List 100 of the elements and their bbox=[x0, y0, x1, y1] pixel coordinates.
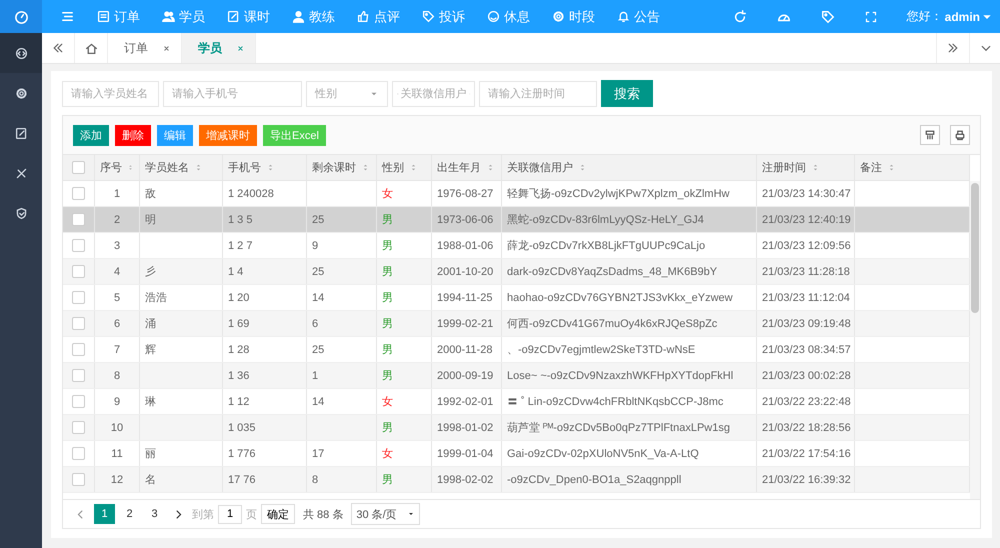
column-header[interactable]: 性别 bbox=[382, 160, 404, 175]
row-checkbox[interactable] bbox=[72, 239, 85, 252]
table-cell: 21/03/23 11:12:04 bbox=[762, 292, 850, 304]
table-cell-text: 敌 bbox=[145, 187, 156, 201]
table-cell: 1 20 bbox=[228, 292, 250, 304]
column-header[interactable]: 剩余课时 bbox=[312, 160, 356, 175]
row-checkbox[interactable] bbox=[72, 317, 85, 330]
nav-link[interactable]: 公告 bbox=[617, 8, 660, 26]
sort-icon bbox=[486, 163, 495, 172]
row-checkbox[interactable] bbox=[72, 369, 85, 382]
table-cell: 21/03/22 23:22:48 bbox=[762, 396, 851, 408]
table-cell: 21/03/23 08:34:57 bbox=[762, 344, 851, 356]
double-left-icon bbox=[52, 42, 64, 54]
row-checkbox[interactable] bbox=[72, 291, 85, 304]
table-cell: 2000-09-19 bbox=[437, 370, 494, 382]
page-button[interactable]: 1 bbox=[94, 504, 115, 524]
table-cell: 14 bbox=[312, 292, 324, 304]
nav-link[interactable]: 休息 bbox=[487, 8, 530, 26]
table-row[interactable]: 4 彡 1 4 25 男 2001-10-20 dark-o9zCDv8YaqZsDadms_48_MK6B9bY 21/03/23 11:28:18 bbox=[63, 259, 970, 285]
page-button[interactable]: 3 bbox=[144, 504, 165, 524]
total-count: 共 88 条 bbox=[303, 508, 344, 522]
scrollbar-thumb[interactable] bbox=[971, 183, 979, 313]
table-cell-text: 葫芦堂 ᴾᴹ-o9zCDv5Bo0qPz7TPlFtnaxLPw1sg bbox=[507, 420, 730, 435]
nav-link[interactable]: 点评 bbox=[357, 8, 400, 26]
table-cell: 5 bbox=[114, 292, 120, 304]
select-all-checkbox[interactable] bbox=[72, 161, 85, 174]
bell-icon bbox=[617, 10, 630, 23]
code-icon bbox=[14, 46, 28, 60]
table-cell: 1 3 5 bbox=[228, 214, 252, 226]
table-cell: 17 bbox=[312, 448, 324, 460]
row-checkbox[interactable] bbox=[72, 421, 85, 434]
tab[interactable]: 学员 bbox=[182, 33, 256, 63]
thumbs-up-icon bbox=[357, 10, 370, 23]
table-cell: Lose~ ~-o9zCDv9NzaxzhWKFHpXYTdopFkHl bbox=[507, 370, 734, 382]
table-cell: 1994-11-25 bbox=[437, 292, 492, 304]
table-cell: -o9zCDv_Dpen0-BO1a_S2aqgnppll bbox=[507, 474, 682, 486]
user-name[interactable]: admin bbox=[944, 10, 980, 24]
print-button[interactable] bbox=[950, 125, 970, 145]
column-header[interactable]: 注册时间 bbox=[762, 160, 806, 175]
page-input[interactable]: 1 bbox=[218, 504, 242, 524]
toolbar-button[interactable]: 添加 bbox=[73, 124, 109, 146]
table-cell-text: 男 bbox=[382, 213, 393, 227]
input-field[interactable]: 请输入学员姓名 bbox=[62, 80, 159, 106]
column-header[interactable]: 学员姓名 bbox=[145, 160, 189, 175]
row-checkbox[interactable] bbox=[72, 473, 85, 486]
table-cell-text: 、-o9zCDv7egjmtlew2SkeT3TD-wNsE bbox=[507, 343, 696, 357]
input-field[interactable]: 请输入注册时间 bbox=[479, 80, 597, 106]
sort-icon bbox=[409, 163, 418, 172]
table-cell: 3 bbox=[114, 240, 120, 252]
table-cell: 1999-01-04 bbox=[437, 448, 494, 460]
row-checkbox[interactable] bbox=[72, 213, 85, 226]
toolbar-button[interactable]: 删除 bbox=[115, 124, 151, 146]
tag-icon bbox=[422, 10, 435, 23]
row-checkbox[interactable] bbox=[72, 187, 85, 200]
row-checkbox[interactable] bbox=[72, 395, 85, 408]
column-header[interactable]: 手机号 bbox=[228, 160, 261, 175]
sort-icon bbox=[887, 163, 896, 172]
greeting: 您好： bbox=[906, 8, 943, 25]
table-cell-text: 名 bbox=[145, 473, 156, 487]
column-header[interactable]: 关联微信用户 bbox=[507, 160, 573, 175]
table-row[interactable]: 8 1 36 1 男 2000-09-19 Lose~ ~-o9zCDv9NzaxzhWKFHpXYTdopFkHl 21/03/23 00:02:28 bbox=[63, 363, 970, 389]
nav-link[interactable]: 学员 bbox=[162, 8, 205, 26]
document-icon bbox=[97, 10, 110, 23]
search-button[interactable]: 搜索 bbox=[601, 80, 653, 107]
table-cell-text: 男 bbox=[382, 421, 393, 435]
sort-icon bbox=[361, 163, 370, 172]
nav-link[interactable]: 投诉 bbox=[422, 8, 465, 26]
toolbar-button[interactable]: 编辑 bbox=[157, 124, 193, 146]
nav-link[interactable]: 订单 bbox=[97, 8, 140, 26]
column-header[interactable]: 备注 bbox=[860, 160, 882, 175]
page-size-select[interactable]: 30 条/页 bbox=[351, 503, 420, 525]
nav-link[interactable]: 教练 bbox=[292, 8, 335, 26]
table-cell: 6 bbox=[312, 318, 318, 330]
table-row[interactable]: 10 1 035 男 1998-01-02 葫芦堂 ᴾᴹ-o9zCDv5Bo0qPz7TPlFtnaxLPw1sg 21/03/22 18:28:56 bbox=[63, 415, 970, 441]
column-header[interactable]: 序号 bbox=[100, 160, 122, 175]
table-row[interactable]: 2 明 1 3 5 25 男 1973-06-06 黑蛇-o9zCDv-83r6lmLyyQSz-HeLY_GJ4 21/03/23 12:40:19 bbox=[63, 207, 970, 233]
row-checkbox[interactable] bbox=[72, 447, 85, 460]
table-row[interactable]: 6 涌 1 69 6 男 1999-02-21 何西-o9zCDv41G67muOy4k6xRJQeS8pZc 21/03/23 09:19:48 bbox=[63, 311, 970, 337]
table-cell: 21/03/23 14:30:47 bbox=[762, 188, 851, 200]
columns-button[interactable] bbox=[920, 125, 940, 145]
toolbar-button[interactable]: 增减课时 bbox=[199, 124, 257, 146]
row-checkbox[interactable] bbox=[72, 343, 85, 356]
nav-link[interactable]: 课时 bbox=[227, 8, 270, 26]
table-cell-text: 男 bbox=[382, 473, 393, 487]
table-cell-text: 浩浩 bbox=[145, 291, 167, 305]
page-button[interactable]: 2 bbox=[119, 504, 140, 524]
confirm-button[interactable]: 确定 bbox=[261, 504, 295, 524]
table-cell-text: 辉 bbox=[145, 343, 156, 357]
dashboard-icon bbox=[14, 9, 28, 24]
table-cell-text: 黑蛇-o9zCDv-83r6lmLyyQSz-HeLY_GJ4 bbox=[507, 212, 704, 227]
column-header[interactable]: 出生年月 bbox=[437, 160, 481, 175]
nav-link[interactable]: 时段 bbox=[552, 8, 595, 26]
table-cell: haohao-o9zCDv76GYBN2TJS3vKkx_eYzwew bbox=[507, 292, 733, 304]
table-cell-text: 〓 ˚ Lin-o9zCDvw4chFRbltNKqsbCCP-J8mc bbox=[507, 395, 724, 409]
row-checkbox[interactable] bbox=[72, 265, 85, 278]
printer-icon bbox=[954, 129, 966, 141]
sort-icon bbox=[578, 163, 587, 172]
table-row[interactable]: 12 名 17 76 8 男 1998-02-02 -o9zCDv_Dpen0-BO1a_S2aqgnppll 21/03/22 16:39:32 bbox=[63, 467, 970, 493]
input-field[interactable]: 请输入手机号 bbox=[163, 80, 302, 106]
sort-icon bbox=[266, 163, 275, 172]
